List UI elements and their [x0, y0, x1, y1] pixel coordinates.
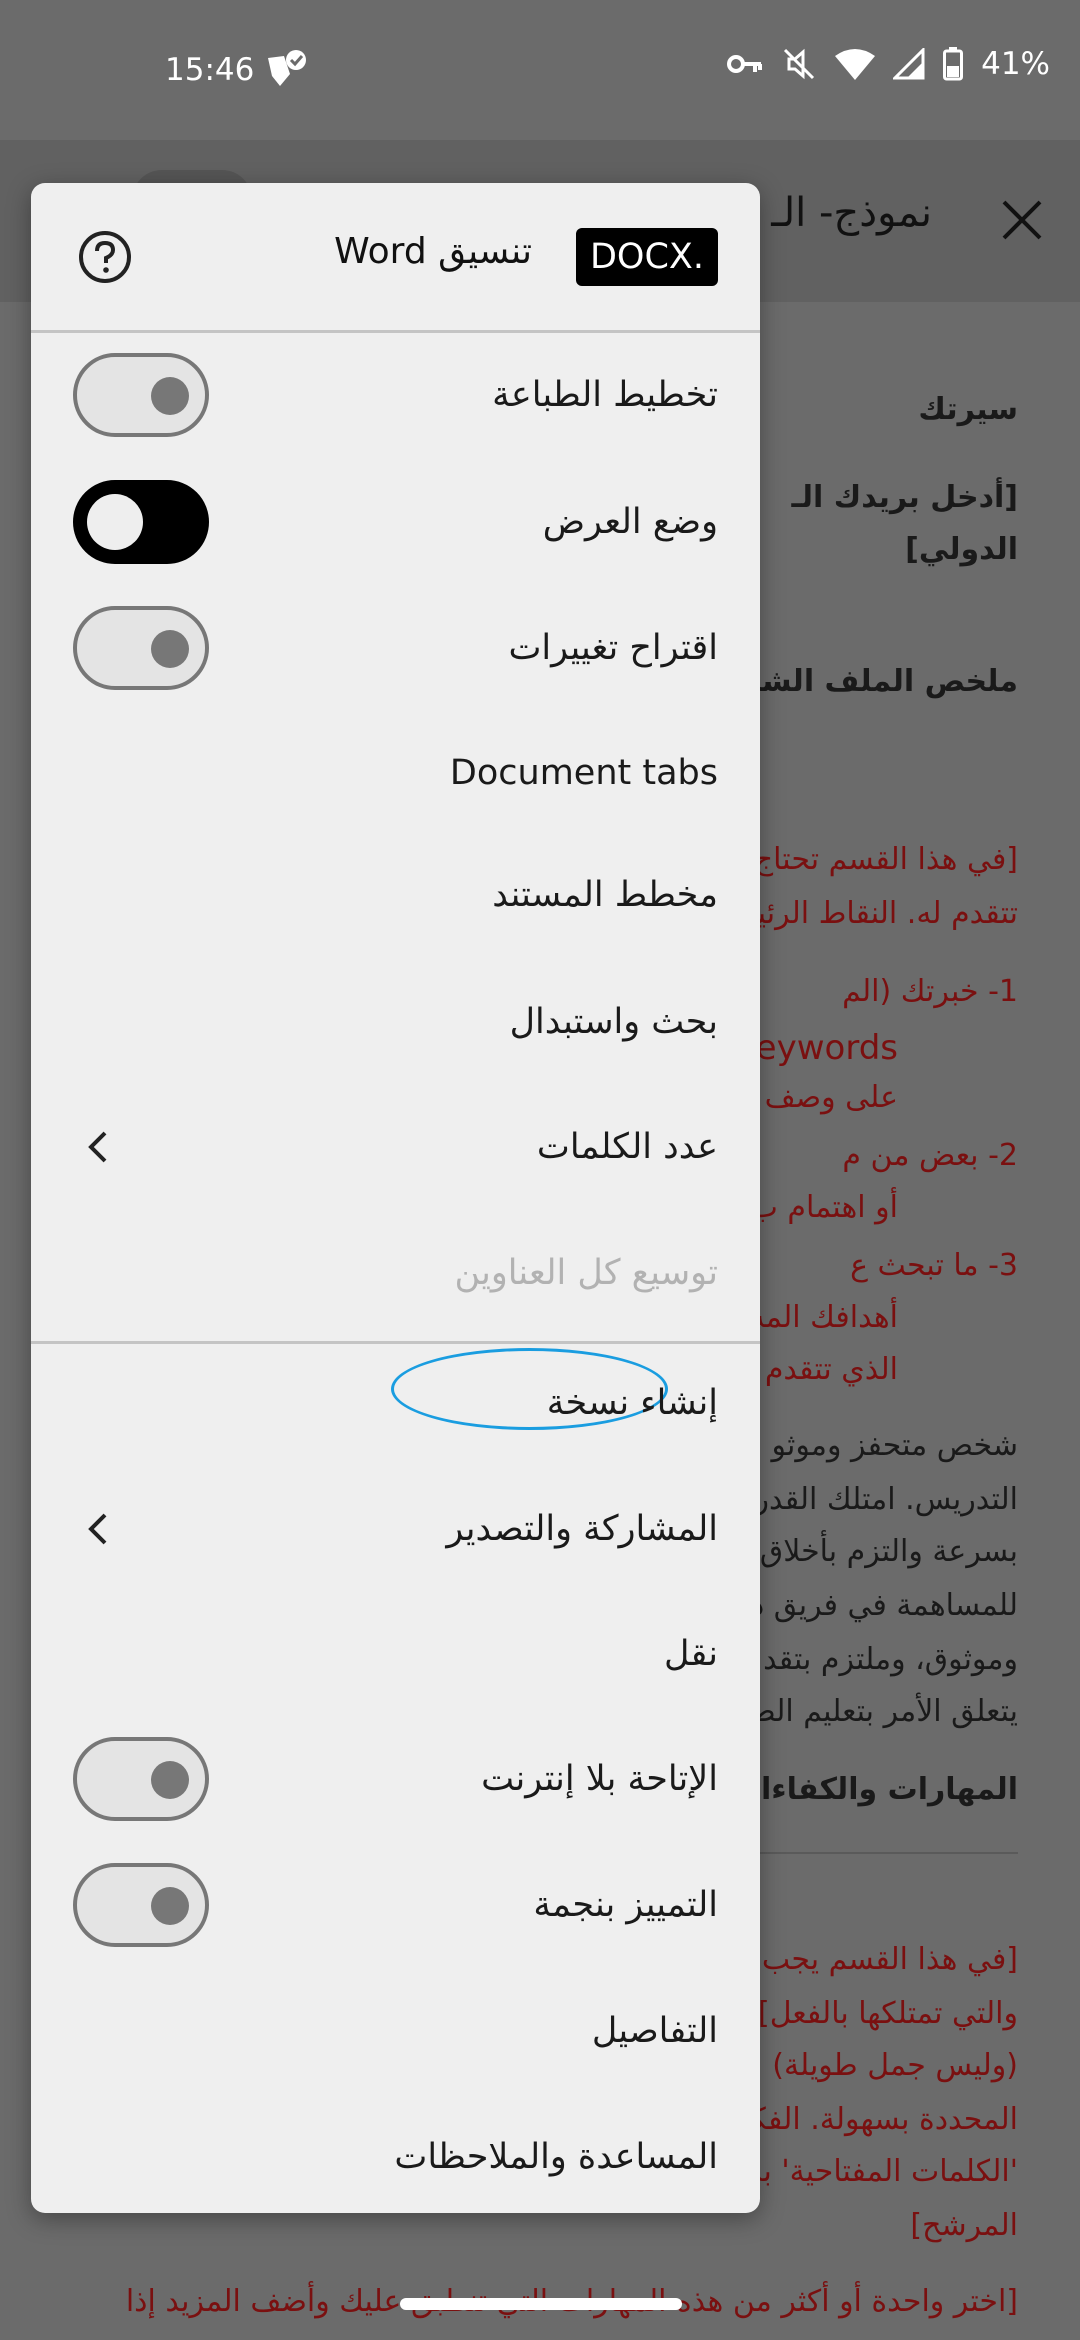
doc-line: المهارات والكفاءات: [730, 1772, 1018, 1807]
doc-line: أهدافك المه: [749, 1300, 898, 1335]
overflow-menu: تنسيق Word DOCX. تخطيط الطباعة وضع العرض…: [31, 183, 760, 2213]
doc-line: والتي تمتلكها بالفعل]: [757, 1996, 1018, 2031]
doc-line: أو اهتمام ب: [749, 1190, 898, 1225]
doc-line: [في هذا القسم يجب أ: [744, 1942, 1018, 1977]
menu-item-suggest-changes[interactable]: اقتراح تغييرات: [31, 598, 760, 698]
menu-item-star[interactable]: التمييز بنجمة: [31, 1855, 760, 1955]
menu-item-share-export[interactable]: المشاركة والتصدير: [31, 1479, 760, 1579]
doc-line: شخص متحفز وموثو: [771, 1428, 1018, 1463]
menu-item-label: اقتراح تغييرات: [508, 628, 718, 668]
doc-line: التدريس. امتلك القدر: [754, 1482, 1018, 1517]
menu-item-label: وضع العرض: [542, 502, 718, 542]
menu-item-label: التفاصيل: [591, 2011, 718, 2051]
battery-percent: 41%: [981, 46, 1050, 82]
doc-line: على وصف: [764, 1080, 898, 1115]
document-title: نموذج- الـ: [771, 190, 932, 236]
menu-item-label: إنشاء نسخة: [546, 1383, 718, 1423]
menu-divider: [31, 1341, 760, 1344]
offline-toggle[interactable]: [73, 1737, 209, 1821]
menu-item-offline[interactable]: الإتاحة بلا إنترنت: [31, 1729, 760, 1829]
menu-item-view-mode[interactable]: وضع العرض: [31, 472, 760, 572]
doc-line: يتعلق الأمر بتعليم الط: [747, 1694, 1018, 1729]
divider: [760, 1852, 1018, 1854]
menu-item-document-outline[interactable]: مخطط المستند: [31, 845, 760, 945]
doc-line: بسرعة والتزم بأخلاق: [759, 1534, 1018, 1569]
gesture-nav-handle[interactable]: [400, 2298, 682, 2310]
vpn-key-icon: [727, 55, 763, 73]
menu-item-word-count[interactable]: عدد الكلمات: [31, 1097, 760, 1197]
doc-line: المحددة بسهولة. الفكر: [734, 2102, 1018, 2137]
menu-item-label: مخطط المستند: [492, 875, 718, 915]
doc-line: وموثوق، وملتزم بتقد: [763, 1642, 1018, 1677]
print-layout-toggle[interactable]: [73, 353, 209, 437]
menu-item-label: التمييز بنجمة: [533, 1885, 718, 1925]
menu-item-move[interactable]: نقل: [31, 1604, 760, 1704]
menu-item-expand-headings: توسيع كل العناوين: [31, 1223, 760, 1323]
mute-icon: [784, 48, 815, 80]
doc-line: الدولي]: [905, 532, 1018, 567]
doc-line: المرشح]: [910, 2208, 1018, 2243]
menu-item-label: بحث واستبدال: [509, 1002, 718, 1042]
menu-item-label: Document tabs: [449, 753, 718, 793]
format-label: تنسيق Word: [334, 231, 532, 272]
doc-line: 'الكلمات المفتاحية' بس: [725, 2154, 1018, 2189]
star-toggle[interactable]: [73, 1863, 209, 1947]
menu-item-help-feedback[interactable]: المساعدة والملاحظات: [31, 2107, 760, 2207]
menu-item-document-tabs[interactable]: Document tabs: [31, 723, 760, 823]
doc-line: للمساهمة في فريق دي: [727, 1588, 1018, 1623]
chevron-left-icon: [88, 1513, 107, 1545]
close-icon[interactable]: [996, 194, 1048, 246]
doc-line: 3- ما تبحث ع: [850, 1248, 1018, 1283]
battery-icon: [943, 47, 964, 81]
menu-divider: [31, 330, 760, 333]
menu-item-label: الإتاحة بلا إنترنت: [481, 1759, 718, 1799]
menu-item-label: المساعدة والملاحظات: [394, 2137, 718, 2177]
menu-item-details[interactable]: التفاصيل: [31, 1981, 760, 2081]
menu-item-make-copy[interactable]: إنشاء نسخة: [31, 1348, 760, 1453]
signal-icon: [893, 48, 925, 80]
view-mode-toggle[interactable]: [73, 480, 209, 564]
menu-item-label: تخطيط الطباعة: [492, 375, 718, 415]
notification-icon: [268, 50, 306, 86]
doc-line: [أدخل بريدك الـ: [791, 480, 1019, 515]
suggest-changes-toggle[interactable]: [73, 606, 209, 690]
menu-item-label: عدد الكلمات: [536, 1127, 718, 1167]
wifi-icon: [835, 49, 876, 80]
doc-line: eywords: [755, 1028, 898, 1068]
menu-item-find-replace[interactable]: بحث واستبدال: [31, 972, 760, 1072]
doc-line: 1- خبرتك (الم: [842, 974, 1018, 1009]
doc-line: سيرتك: [918, 392, 1018, 427]
doc-line: تتقدم له. النقاط الرئيس: [719, 896, 1018, 931]
status-time: 15:46: [165, 52, 255, 88]
chevron-left-icon: [88, 1131, 107, 1163]
doc-line: الذي تتقدم ا: [746, 1352, 898, 1387]
status-bar: 15:46 41%: [0, 0, 1080, 140]
status-icons: 41%: [727, 46, 1050, 82]
menu-item-print-layout[interactable]: تخطيط الطباعة: [31, 345, 760, 445]
doc-line: (وليس جمل طويلة): [772, 2048, 1018, 2083]
help-icon[interactable]: [77, 229, 133, 285]
doc-line: 2- بعض من م: [842, 1138, 1018, 1173]
menu-item-label: توسيع كل العناوين: [454, 1253, 718, 1293]
menu-item-label: المشاركة والتصدير: [446, 1509, 718, 1549]
menu-header: تنسيق Word DOCX.: [31, 183, 760, 330]
menu-item-label: نقل: [664, 1634, 718, 1674]
docx-badge: DOCX.: [575, 228, 718, 286]
doc-line: [في هذا القسم تحتاج: [753, 842, 1018, 877]
